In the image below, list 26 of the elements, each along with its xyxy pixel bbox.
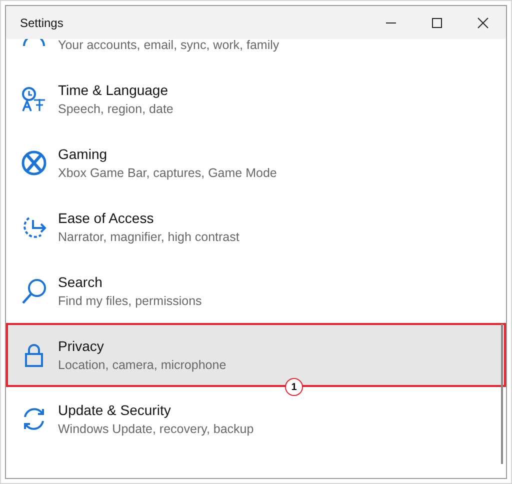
- settings-item[interactable]: Gaming Xbox Game Bar, captures, Game Mode: [6, 131, 506, 195]
- item-title: Time & Language: [58, 81, 169, 100]
- item-subtitle: Find my files, permissions: [58, 293, 202, 310]
- language-clock-icon: [21, 86, 47, 112]
- xbox-icon: [21, 150, 47, 176]
- settings-item[interactable]: Ease of Access Narrator, magnifier, high contrast: [6, 195, 506, 259]
- search-icon: [21, 278, 47, 304]
- item-title: Gaming: [58, 145, 108, 164]
- item-title: Search: [58, 273, 104, 292]
- item-title: Update & Security: [58, 401, 172, 420]
- item-subtitle: Your accounts, email, sync, work, family: [58, 39, 280, 54]
- item-subtitle: Xbox Game Bar, captures, Game Mode: [58, 165, 277, 182]
- step-number-badge: 1: [285, 378, 303, 396]
- item-title: Ease of Access: [58, 209, 155, 228]
- window-title: Settings: [19, 16, 64, 30]
- sync-icon: [21, 406, 47, 432]
- scrollbar[interactable]: [501, 324, 503, 464]
- item-subtitle: Location, camera, microphone: [58, 357, 226, 374]
- settings-item[interactable]: Time & Language Speech, region, date: [6, 67, 506, 131]
- item-subtitle: Windows Update, recovery, backup: [58, 421, 254, 438]
- maximize-icon: [431, 16, 443, 28]
- item-title: Privacy: [58, 337, 105, 356]
- item-subtitle: Narrator, magnifier, high contrast: [58, 229, 240, 246]
- close-icon: [477, 16, 489, 28]
- settings-item[interactable]: Search Find my files, permissions: [6, 259, 506, 323]
- item-subtitle: Speech, region, date: [58, 101, 174, 118]
